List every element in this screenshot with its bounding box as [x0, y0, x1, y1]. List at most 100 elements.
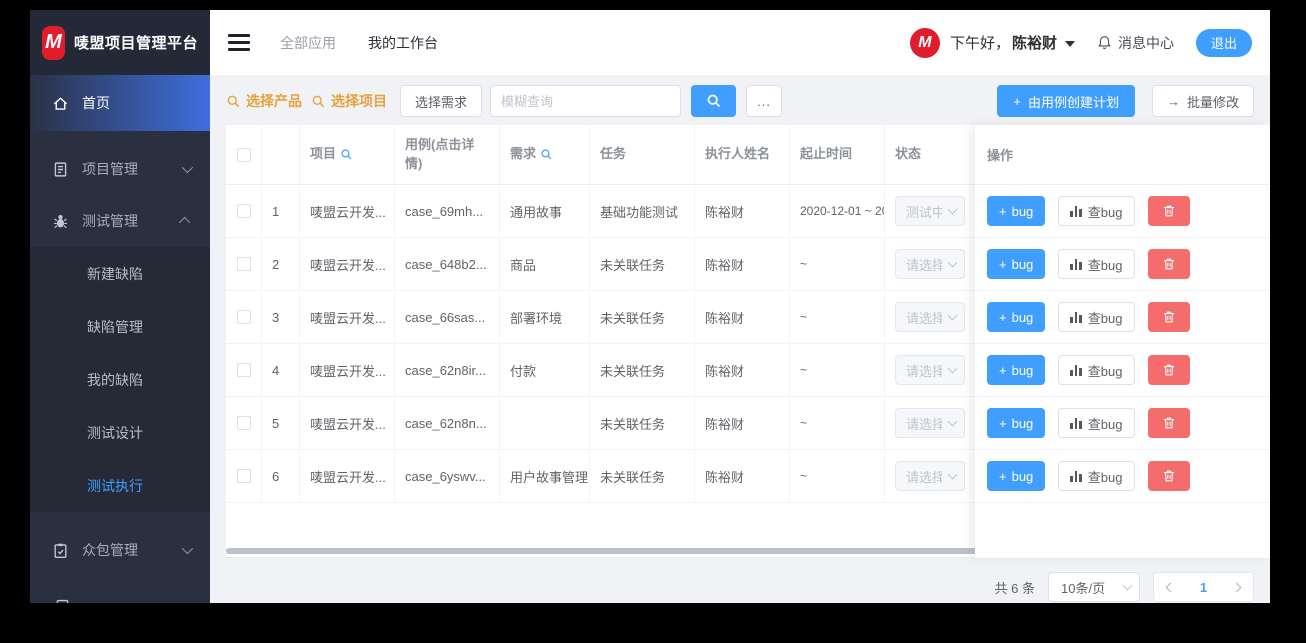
cell-case[interactable]: case_6yswv...	[395, 450, 500, 502]
add-bug-button[interactable]: + bug	[987, 249, 1046, 279]
hamburger-menu-icon[interactable]	[228, 34, 250, 51]
status-select[interactable]: 请选择	[895, 461, 965, 491]
view-bug-button[interactable]: 查bug	[1058, 461, 1135, 491]
row-checkbox[interactable]	[236, 363, 251, 377]
chevron-down-icon	[947, 204, 958, 215]
message-center-link[interactable]: 消息中心	[1097, 33, 1174, 53]
logout-button[interactable]: 退出	[1195, 28, 1252, 57]
cell-case[interactable]: case_62n8ir...	[395, 344, 500, 396]
row-actions: + bug 查bug	[975, 238, 1270, 291]
delete-button[interactable]	[1147, 249, 1190, 279]
sidebar-item-test-mgmt[interactable]: 测试管理	[30, 195, 210, 247]
delete-button[interactable]	[1147, 461, 1190, 491]
trash-icon	[1162, 416, 1176, 430]
search-button[interactable]	[691, 85, 737, 117]
page-number[interactable]: 1	[1187, 573, 1220, 601]
sidebar-item-test-design[interactable]: 测试设计	[30, 406, 210, 459]
search-icon	[226, 94, 241, 109]
search-icon[interactable]	[340, 148, 353, 161]
add-bug-button[interactable]: + bug	[987, 461, 1046, 491]
fuzzy-search-input[interactable]	[490, 85, 682, 117]
sidebar-item-crowd-mgmt[interactable]: 众包管理	[30, 524, 210, 576]
add-bug-label: bug	[1011, 309, 1034, 325]
view-bug-button[interactable]: 查bug	[1058, 196, 1135, 226]
cell-task: 未关联任务	[590, 397, 695, 449]
row-checkbox[interactable]	[236, 310, 251, 324]
select-project-link[interactable]: 选择项目	[311, 91, 387, 111]
select-project-label: 选择项目	[331, 93, 387, 109]
cell-index: 2	[262, 238, 300, 290]
cell-project: 唛盟云开发...	[300, 397, 395, 449]
delete-button[interactable]	[1147, 196, 1190, 226]
page-size-select[interactable]: 10条/页	[1048, 572, 1140, 602]
delete-button[interactable]	[1147, 302, 1190, 332]
sidebar-item-label: 项目管理	[82, 161, 138, 177]
row-checkbox[interactable]	[236, 204, 251, 218]
batch-edit-button[interactable]: → 批量修改	[1151, 85, 1254, 117]
select-requirement-button[interactable]: 选择需求	[400, 85, 483, 117]
bar-chart-icon	[1070, 470, 1082, 482]
sidebar-item-new-defect[interactable]: 新建缺陷	[30, 247, 210, 300]
caret-down-icon[interactable]	[1064, 40, 1075, 47]
row-actions: + bug 查bug	[975, 291, 1270, 344]
sidebar-item-label: 测试管理	[82, 213, 138, 229]
nav-all-apps[interactable]: 全部应用	[280, 33, 336, 53]
sidebar-item-partial[interactable]	[30, 598, 210, 603]
column-index	[262, 125, 300, 184]
row-checkbox[interactable]	[236, 416, 251, 430]
logo-bar: M 唛盟项目管理平台	[30, 10, 210, 75]
next-page-button[interactable]	[1220, 573, 1253, 601]
row-checkbox[interactable]	[236, 257, 251, 271]
status-select[interactable]: 请选择	[895, 408, 965, 438]
view-bug-button[interactable]: 查bug	[1058, 408, 1135, 438]
delete-button[interactable]	[1147, 408, 1190, 438]
cell-case[interactable]: case_62n8n...	[395, 397, 500, 449]
row-actions: + bug 查bug	[975, 185, 1270, 238]
row-checkbox[interactable]	[236, 469, 251, 483]
cell-status: 测试中	[885, 185, 975, 237]
cell-executor: 陈裕财	[695, 185, 790, 237]
status-select[interactable]: 请选择	[895, 302, 965, 332]
sidebar-item-defect-mgmt[interactable]: 缺陷管理	[30, 300, 210, 353]
horizontal-scrollbar[interactable]	[226, 548, 1092, 554]
toolbar-actions: + 由用例创建计划 → 批量修改	[997, 85, 1254, 117]
status-select[interactable]: 请选择	[895, 249, 965, 279]
plus-icon: +	[999, 362, 1007, 378]
column-project: 项目	[300, 125, 395, 184]
avatar[interactable]: M	[909, 27, 940, 58]
view-bug-button[interactable]: 查bug	[1058, 302, 1135, 332]
add-bug-button[interactable]: + bug	[987, 196, 1046, 226]
more-filters-button[interactable]: ...	[746, 85, 783, 117]
status-select[interactable]: 请选择	[895, 355, 965, 385]
cell-period: ~	[790, 291, 885, 343]
content: 选择产品 选择项目 选择需求 ...	[210, 75, 1270, 603]
cell-case[interactable]: case_648b2...	[395, 238, 500, 290]
sidebar-item-home[interactable]: 首页	[30, 75, 210, 131]
cell-project: 唛盟云开发...	[300, 185, 395, 237]
select-all-checkbox[interactable]	[236, 147, 251, 162]
cell-case[interactable]: case_66sas...	[395, 291, 500, 343]
delete-button[interactable]	[1147, 355, 1190, 385]
filter-toolbar: 选择产品 选择项目 选择需求 ...	[226, 85, 1254, 117]
view-bug-button[interactable]: 查bug	[1058, 249, 1135, 279]
sidebar-item-my-defects[interactable]: 我的缺陷	[30, 353, 210, 406]
nav-my-workbench[interactable]: 我的工作台	[368, 33, 438, 53]
actions-column: 操作 + bug 查bug + bug 查bug + bug 查bug + bu…	[975, 125, 1270, 558]
sidebar-item-test-execution[interactable]: 测试执行	[30, 459, 210, 512]
chevron-down-icon	[1122, 580, 1133, 591]
user-menu[interactable]: 下午好， 陈裕财	[950, 32, 1057, 53]
add-bug-button[interactable]: + bug	[987, 355, 1046, 385]
sidebar-menu: 首页 项目管理 测试管理 新建缺陷 缺陷管理 我的缺陷 测试设计 测试执行 众包…	[30, 75, 210, 603]
status-value: 请选择	[906, 363, 942, 379]
prev-page-button[interactable]	[1154, 573, 1187, 601]
search-icon[interactable]	[540, 148, 553, 161]
sidebar-item-project-mgmt[interactable]: 项目管理	[30, 143, 210, 195]
create-plan-button[interactable]: + 由用例创建计划	[997, 85, 1135, 117]
add-bug-button[interactable]: + bug	[987, 302, 1046, 332]
add-bug-button[interactable]: + bug	[987, 408, 1046, 438]
cell-case[interactable]: case_69mh...	[395, 185, 500, 237]
view-bug-button[interactable]: 查bug	[1058, 355, 1135, 385]
status-select[interactable]: 测试中	[895, 196, 965, 226]
cell-project: 唛盟云开发...	[300, 450, 395, 502]
select-product-link[interactable]: 选择产品	[226, 91, 302, 111]
